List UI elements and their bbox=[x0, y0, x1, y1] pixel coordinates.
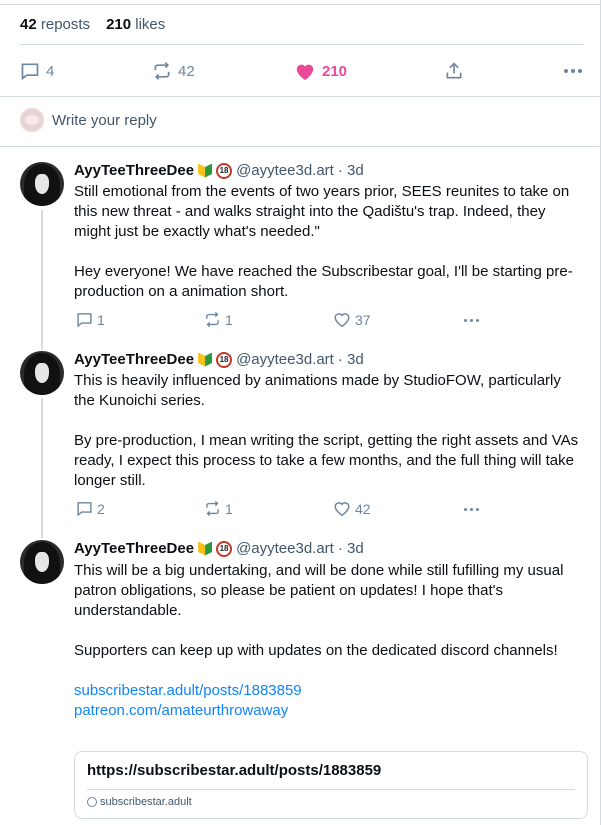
author-handle[interactable]: @ayytee3d.art bbox=[236, 351, 334, 368]
reply-icon bbox=[21, 63, 39, 81]
post-header: AyyTeeThreeDee 18 @ayytee3d.art · 3d bbox=[74, 351, 364, 368]
post-time[interactable]: · 3d bbox=[338, 540, 364, 557]
globe-icon bbox=[87, 797, 97, 807]
post-thread-view: 42 reposts 210 likes 4 42 210 Write your… bbox=[0, 0, 601, 825]
thread-line bbox=[41, 210, 43, 350]
main-post-actions: 4 42 210 bbox=[20, 44, 584, 96]
reply-icon bbox=[77, 502, 92, 517]
user-avatar bbox=[20, 108, 44, 132]
post-link[interactable]: patreon.com/amateurthrowaway bbox=[74, 701, 584, 721]
author-name[interactable]: AyyTeeThreeDee bbox=[74, 351, 194, 368]
post-actions: 2 1 42 bbox=[74, 500, 494, 520]
author-name[interactable]: AyyTeeThreeDee bbox=[74, 540, 194, 557]
share-icon bbox=[446, 62, 462, 79]
post-text: This is heavily influenced by animations… bbox=[74, 372, 579, 489]
reply-button[interactable]: 4 bbox=[20, 61, 54, 81]
r18-badge-icon: 18 bbox=[216, 351, 233, 368]
link-preview-card[interactable]: https://subscribestar.adult/posts/188385… bbox=[74, 751, 588, 819]
author-avatar[interactable] bbox=[20, 351, 64, 395]
post-time[interactable]: · 3d bbox=[338, 162, 364, 179]
like-button[interactable]: 42 bbox=[333, 500, 371, 517]
reply-composer[interactable]: Write your reply bbox=[20, 108, 157, 132]
beginner-badge-icon bbox=[198, 541, 212, 557]
repost-button[interactable]: 42 bbox=[152, 61, 195, 81]
author-name[interactable]: AyyTeeThreeDee bbox=[74, 162, 194, 179]
post-time[interactable]: · 3d bbox=[338, 351, 364, 368]
heart-icon bbox=[334, 502, 350, 517]
more-options-button[interactable] bbox=[464, 508, 479, 511]
post-link[interactable]: subscribestar.adult/posts/1883859 bbox=[74, 681, 584, 701]
like-button[interactable]: 37 bbox=[333, 311, 371, 328]
top-divider bbox=[0, 4, 600, 5]
author-handle[interactable]: @ayytee3d.art bbox=[236, 162, 334, 179]
more-options-button[interactable] bbox=[464, 319, 479, 322]
heart-icon bbox=[334, 313, 350, 328]
repost-icon bbox=[154, 62, 170, 80]
divider bbox=[0, 146, 600, 147]
thread-line bbox=[41, 398, 43, 538]
repost-icon bbox=[206, 500, 219, 517]
repost-button[interactable]: 1 bbox=[204, 311, 233, 328]
post-actions: 1 1 37 bbox=[74, 311, 494, 331]
more-icon bbox=[564, 69, 582, 73]
reply-button[interactable]: 2 bbox=[76, 500, 105, 517]
more-icon bbox=[464, 319, 479, 322]
reposts-stat[interactable]: 42 reposts bbox=[20, 16, 90, 33]
heart-filled-icon bbox=[296, 64, 314, 81]
r18-badge-icon: 18 bbox=[216, 540, 233, 557]
author-avatar[interactable] bbox=[20, 162, 64, 206]
beginner-badge-icon bbox=[198, 163, 212, 179]
divider bbox=[0, 96, 600, 97]
post-stats: 42 reposts 210 likes bbox=[20, 16, 165, 33]
likes-stat[interactable]: 210 likes bbox=[106, 16, 165, 33]
post-text: This will be a big undertaking, and will… bbox=[74, 561, 584, 721]
beginner-badge-icon bbox=[198, 352, 212, 368]
more-icon bbox=[464, 508, 479, 511]
r18-badge-icon: 18 bbox=[216, 162, 233, 179]
link-card-domain: subscribestar.adult bbox=[87, 796, 192, 808]
link-card-title: https://subscribestar.adult/posts/188385… bbox=[87, 762, 382, 779]
repost-icon bbox=[206, 311, 219, 328]
post-header: AyyTeeThreeDee 18 @ayytee3d.art · 3d bbox=[74, 540, 364, 557]
author-handle[interactable]: @ayytee3d.art bbox=[236, 540, 334, 557]
card-divider bbox=[87, 789, 575, 790]
like-button[interactable]: 210 bbox=[294, 61, 347, 81]
share-button[interactable] bbox=[444, 61, 464, 81]
reply-button[interactable]: 1 bbox=[76, 311, 105, 328]
post-header: AyyTeeThreeDee 18 @ayytee3d.art · 3d bbox=[74, 162, 364, 179]
post-text: Still emotional from the events of two y… bbox=[74, 183, 573, 300]
more-options-button[interactable] bbox=[564, 69, 582, 73]
author-avatar[interactable] bbox=[20, 540, 64, 584]
repost-button[interactable]: 1 bbox=[204, 500, 233, 517]
reply-placeholder: Write your reply bbox=[52, 111, 157, 129]
reply-icon bbox=[77, 313, 92, 328]
